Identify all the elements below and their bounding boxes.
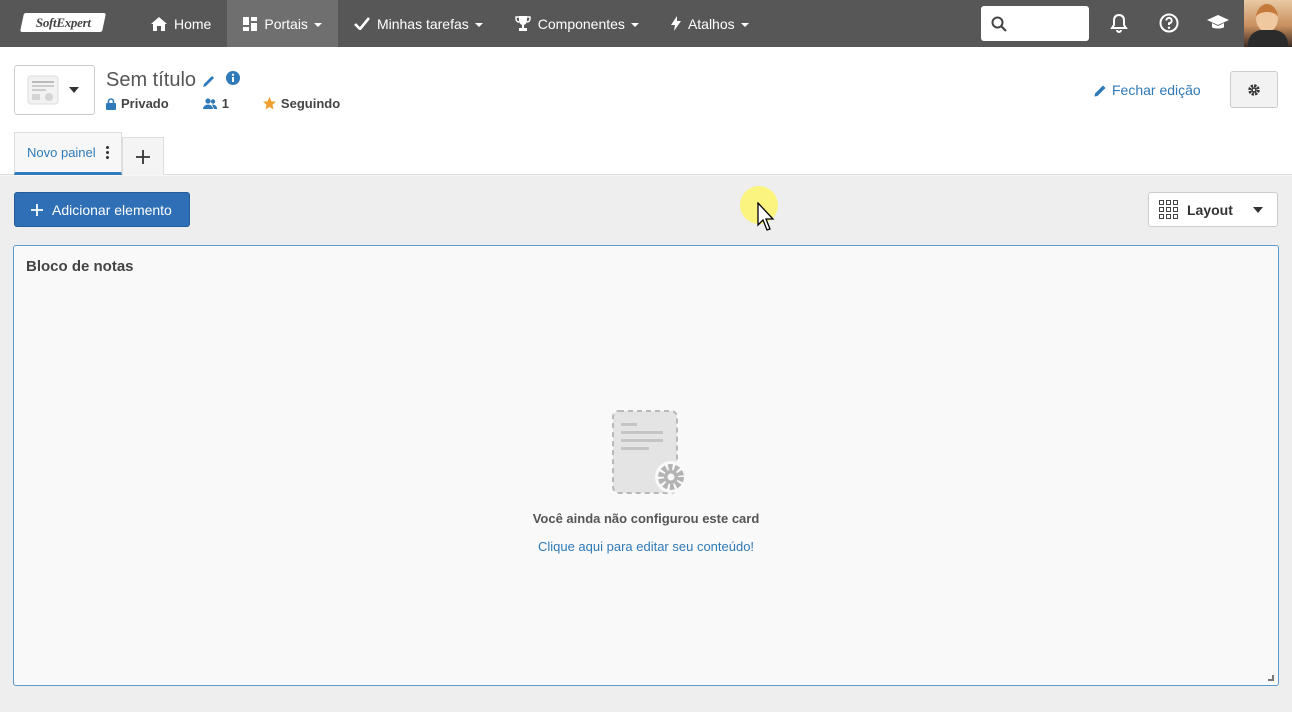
resize-handle[interactable]	[1268, 675, 1274, 681]
grid-icon	[1159, 200, 1178, 219]
following-label: Seguindo	[280, 96, 341, 111]
nav-home-label: Home	[174, 15, 212, 32]
nav-componentes[interactable]: Componentes	[499, 0, 655, 47]
mouse-pointer-icon	[757, 202, 775, 231]
help-button[interactable]	[1158, 12, 1180, 34]
chevron-down-icon	[69, 87, 79, 93]
dashboard-icon	[243, 16, 258, 31]
user-avatar[interactable]	[1244, 0, 1292, 47]
gear-icon	[1248, 83, 1260, 96]
bolt-icon	[670, 16, 681, 31]
plus-icon	[31, 203, 43, 216]
chevron-down-icon	[313, 22, 322, 27]
panel-content: Adicionar elemento Layout Bloco de notas…	[0, 176, 1292, 712]
page-title: Sem título	[106, 69, 197, 91]
bell-icon	[1110, 13, 1128, 33]
nav-minhas-tarefas-label: Minhas tarefas	[376, 15, 469, 32]
chevron-down-icon	[1252, 206, 1263, 213]
following-status[interactable]: Seguindo	[262, 96, 341, 111]
softexpert-logo[interactable]: SoftExpert	[19, 13, 107, 32]
star-icon	[262, 97, 276, 110]
tab-menu-icon[interactable]	[105, 146, 109, 159]
close-edit-label: Fechar edição	[1112, 82, 1201, 98]
nav-minhas-tarefas[interactable]: Minhas tarefas	[338, 0, 499, 47]
layout-dropdown[interactable]: Layout	[1148, 192, 1278, 227]
tab-novo-painel[interactable]: Novo painel	[14, 132, 122, 175]
lock-icon	[106, 97, 116, 110]
nav-portais-label: Portais	[264, 15, 308, 32]
users-icon	[202, 98, 217, 109]
empty-state-message: Você ainda não configurou este card	[532, 511, 760, 526]
notepad-card[interactable]: Bloco de notas Você ainda não configurou…	[13, 245, 1279, 686]
trophy-icon	[515, 16, 531, 31]
portal-thumbnail-dropdown[interactable]	[14, 65, 95, 115]
search-icon	[991, 16, 1007, 32]
settings-button[interactable]	[1230, 71, 1278, 108]
edit-content-link[interactable]: Clique aqui para editar seu conteúdo!	[14, 539, 1278, 554]
portal-meta: Privado 1 Seguindo	[106, 96, 374, 111]
nav-componentes-label: Componentes	[537, 15, 625, 32]
add-element-label: Adicionar elemento	[52, 201, 172, 218]
avatar-body	[1248, 30, 1288, 47]
card-title: Bloco de notas	[26, 258, 134, 275]
close-edit-link[interactable]: Fechar edição	[1094, 82, 1201, 98]
info-icon[interactable]	[226, 70, 241, 85]
nav-atalhos-label: Atalhos	[687, 15, 735, 32]
portal-title: Sem título	[106, 69, 241, 92]
notifications-button[interactable]	[1108, 12, 1130, 34]
learning-button[interactable]	[1207, 12, 1229, 34]
chevron-down-icon	[740, 22, 749, 27]
graduation-cap-icon	[1207, 15, 1229, 29]
search-box[interactable]	[981, 6, 1089, 41]
logo-text: SoftExpert	[35, 14, 91, 30]
avatar-head	[1256, 4, 1278, 32]
nav-home[interactable]: Home	[135, 0, 227, 47]
help-icon	[1159, 13, 1179, 33]
top-navbar: SoftExpert Home Portais Minhas tarefas C…	[0, 0, 1292, 47]
chevron-down-icon	[474, 22, 483, 27]
layout-label: Layout	[1187, 201, 1233, 218]
pencil-icon	[1094, 85, 1106, 96]
portal-header: Sem título Privado 1 Seguindo Fechar edi…	[0, 47, 1292, 175]
tab-label: Novo painel	[27, 145, 96, 160]
unconfigured-card-icon	[612, 410, 687, 494]
search-input[interactable]	[1013, 16, 1083, 31]
home-icon	[151, 16, 167, 31]
members-value: 1	[221, 96, 229, 111]
check-icon	[354, 17, 370, 30]
chevron-down-icon	[630, 22, 639, 27]
privacy-status[interactable]: Privado	[106, 96, 169, 111]
panel-tabs: Novo painel	[14, 132, 164, 175]
members-count[interactable]: 1	[202, 96, 229, 111]
privacy-label: Privado	[121, 96, 169, 111]
add-element-button[interactable]: Adicionar elemento	[14, 192, 190, 227]
edit-title-icon[interactable]	[202, 74, 216, 88]
nav-atalhos[interactable]: Atalhos	[655, 0, 765, 47]
portal-thumbnail-icon	[27, 75, 59, 105]
nav-portais[interactable]: Portais	[227, 0, 338, 47]
plus-icon	[135, 149, 150, 164]
add-tab-button[interactable]	[121, 137, 164, 175]
main-nav: Home Portais Minhas tarefas Componentes …	[135, 0, 765, 47]
